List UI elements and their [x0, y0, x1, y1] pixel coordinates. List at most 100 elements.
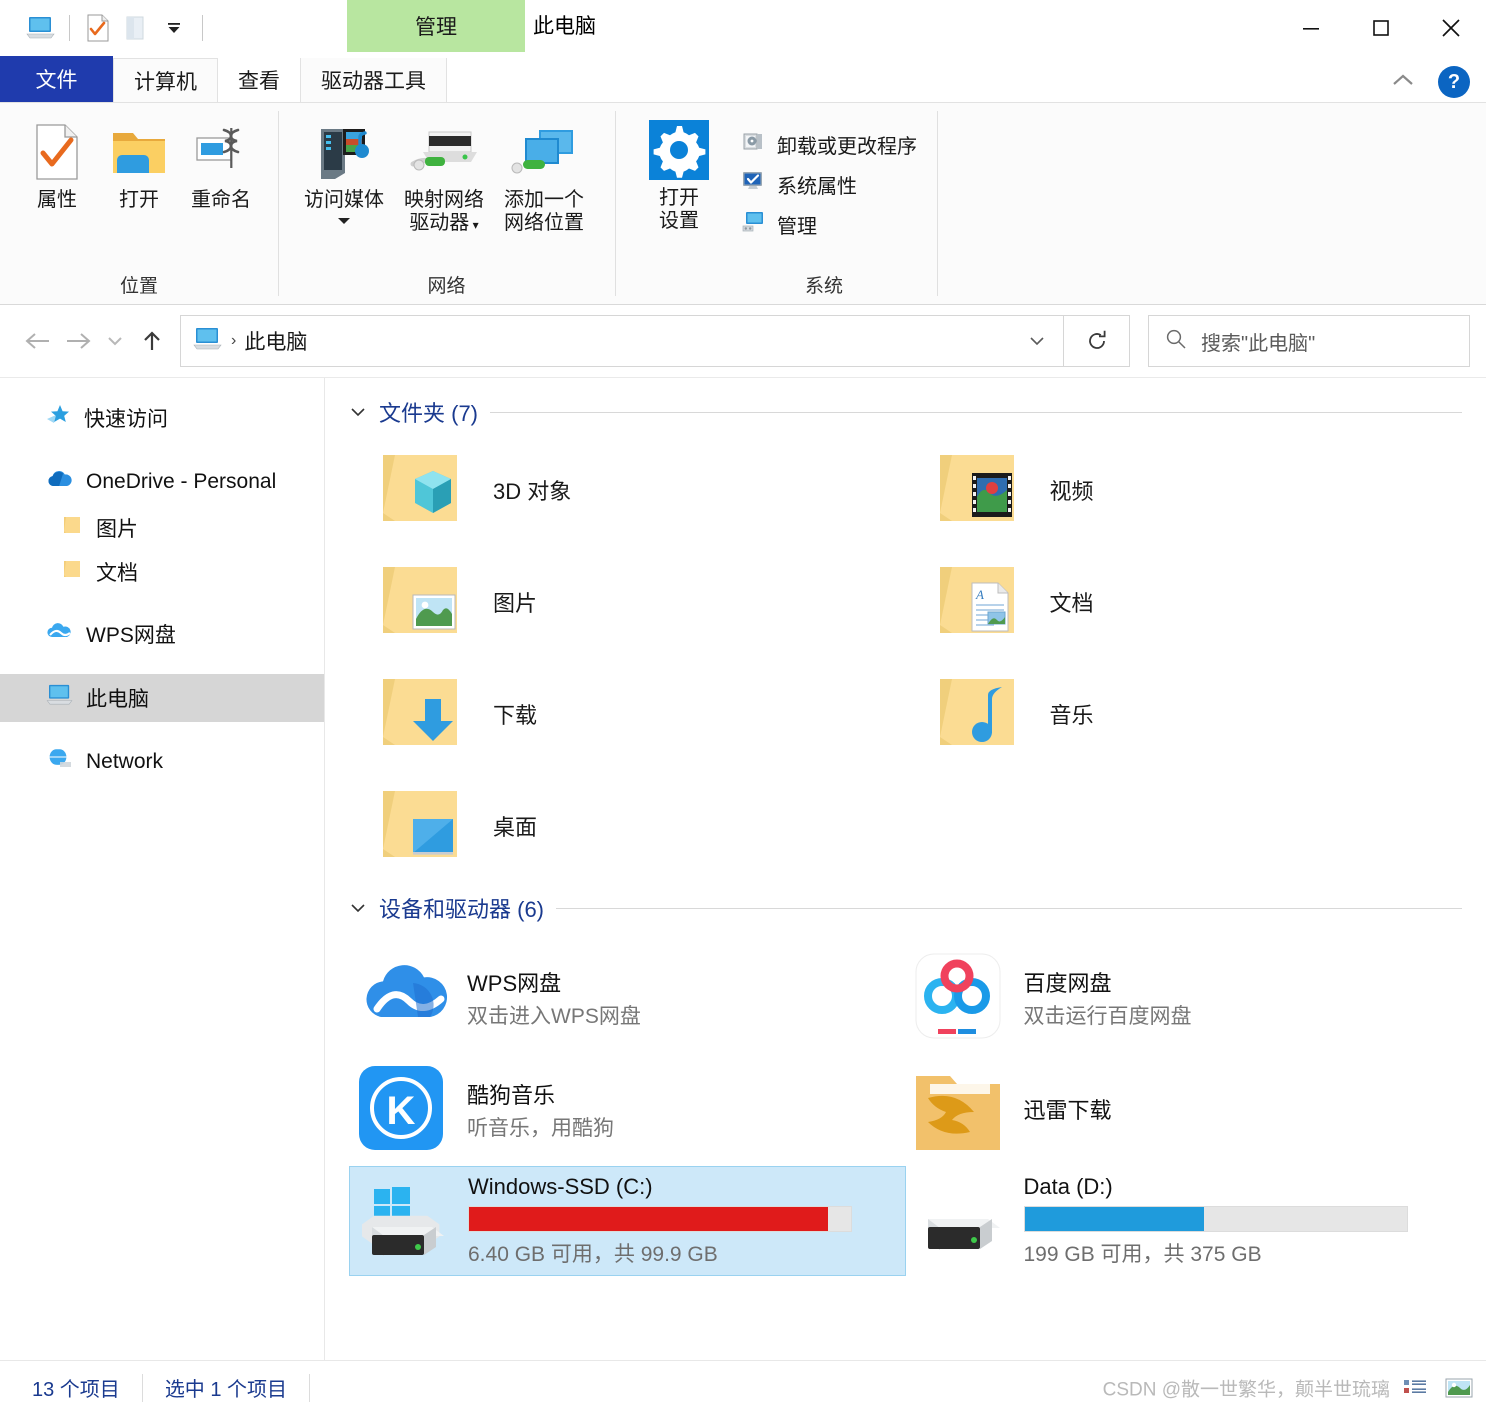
network-globe-icon	[45, 747, 74, 777]
breadcrumb[interactable]: › 此电脑	[180, 315, 1064, 367]
device-text-block: 迅雷下载	[1024, 1093, 1112, 1127]
close-button[interactable]	[1416, 0, 1486, 56]
properties-check-icon[interactable]	[79, 11, 117, 45]
breadcrumb-separator[interactable]: ›	[231, 332, 236, 350]
rename-button[interactable]: 重命名	[180, 113, 262, 212]
refresh-button[interactable]	[1064, 315, 1130, 367]
search-input[interactable]: 搜索"此电脑"	[1148, 315, 1470, 367]
up-button[interactable]	[132, 318, 172, 364]
sidebar-item-network[interactable]: Network	[0, 738, 324, 786]
folder-item-music[interactable]: 音乐	[906, 658, 1463, 770]
search-icon	[1165, 328, 1187, 355]
folder-downloads-icon	[375, 669, 471, 760]
collapse-ribbon-button[interactable]	[1388, 71, 1418, 94]
svg-text:K: K	[387, 1089, 416, 1133]
device-item-thunder-download[interactable]: 迅雷下载	[906, 1054, 1463, 1166]
devices-section-header[interactable]: 设备和驱动器 (6)	[349, 892, 1462, 924]
add-network-location-button[interactable]: 添加一个 网络位置	[494, 113, 594, 235]
open-button[interactable]: 打开	[98, 113, 180, 212]
chevron-down-icon[interactable]	[349, 404, 367, 421]
sidebar-item-label: WPS网盘	[86, 624, 176, 647]
watermark-text: CSDN @散一世繁华，颠半世琉璃	[1102, 1379, 1390, 1400]
folders-grid-filler	[906, 770, 1463, 882]
manage-item[interactable]: 管理	[741, 209, 917, 239]
this-pc-icon[interactable]	[22, 11, 60, 45]
sidebar-item-onedrive-pictures[interactable]: 图片	[0, 506, 324, 550]
device-item-kugou-music[interactable]: K 酷狗音乐 听音乐，用酷狗	[349, 1054, 906, 1166]
customize-dropdown-icon[interactable]	[155, 11, 193, 45]
open-folder-icon[interactable]	[117, 11, 155, 45]
open-button-label: 打开	[119, 189, 159, 211]
folder-item-3d-objects[interactable]: 3D 对象	[349, 434, 906, 546]
chevron-down-icon[interactable]	[336, 212, 352, 230]
drive-info-block: Windows-SSD (C:) 6.40 GB 可用，共 99.9 GB	[468, 1174, 852, 1268]
drive-item-data[interactable]: Data (D:) 199 GB 可用，共 375 GB	[906, 1166, 1463, 1276]
ribbon-toggle-area: ?	[1388, 66, 1470, 98]
device-text-block: 百度网盘 双击运行百度网盘	[1024, 966, 1192, 1030]
folder-item-pictures[interactable]: 图片	[349, 546, 906, 658]
toolbar-divider-2	[202, 15, 203, 41]
drive-usage-fill	[1024, 1207, 1205, 1231]
access-media-button[interactable]: 访问媒体	[294, 113, 394, 230]
sidebar-item-onedrive[interactable]: OneDrive - Personal	[0, 458, 324, 506]
chevron-down-icon[interactable]	[349, 900, 367, 917]
ribbon-group-location-label: 位置	[119, 276, 158, 297]
folders-section-header[interactable]: 文件夹 (7)	[349, 396, 1462, 428]
sidebar-item-this-pc[interactable]: 此电脑	[0, 674, 324, 722]
network-drive-icon	[409, 119, 479, 185]
map-network-drive-button[interactable]: 映射网络 驱动器 ▾	[394, 113, 494, 235]
drive-title: Data (D:)	[1023, 1174, 1113, 1199]
forward-button[interactable]	[58, 318, 98, 364]
device-subtitle: 双击运行百度网盘	[1023, 1005, 1192, 1028]
minimize-button[interactable]	[1276, 0, 1346, 56]
wps-cloud-icon	[46, 621, 74, 647]
back-button[interactable]	[18, 318, 58, 364]
sidebar-item-onedrive-documents[interactable]: 文档	[0, 550, 324, 594]
add-net-label-line2: 网络位置	[504, 212, 584, 235]
folder-desktop-icon	[375, 781, 471, 872]
device-text-block: WPS网盘 双击进入WPS网盘	[467, 966, 641, 1030]
open-settings-line1: 打开	[659, 187, 699, 209]
devices-grid: WPS网盘 双击进入WPS网盘 百度网盘 双击运行百度网盘 K 酷狗音乐 听音乐…	[349, 942, 1462, 1276]
tab-file[interactable]: 文件	[0, 56, 113, 102]
drive-usage-bar	[1023, 1206, 1408, 1232]
folder-item-downloads[interactable]: 下载	[349, 658, 906, 770]
folder-item-documents[interactable]: A 文档	[906, 546, 1463, 658]
view-mode-buttons	[1398, 1373, 1476, 1403]
this-pc-icon	[46, 684, 74, 712]
chevron-down-icon[interactable]	[1011, 335, 1063, 347]
ribbon-group-location: 属性 打开 重命名 位置	[0, 103, 278, 304]
device-item-wps-cloud[interactable]: WPS网盘 双击进入WPS网盘	[349, 942, 906, 1054]
tab-drive-tools[interactable]: 驱动器工具	[300, 58, 447, 102]
tab-computer[interactable]: 计算机	[113, 58, 218, 102]
sidebar-item-wps-cloud[interactable]: WPS网盘	[0, 610, 324, 658]
sidebar-item-quick-access[interactable]: 快速访问	[0, 394, 324, 442]
maximize-button[interactable]	[1346, 0, 1416, 56]
device-title: 百度网盘	[1023, 971, 1112, 996]
recent-locations-button[interactable]	[98, 318, 132, 364]
system-properties-item[interactable]: 系统属性	[741, 169, 917, 199]
drive-item-windows-ssd[interactable]: Windows-SSD (C:) 6.40 GB 可用，共 99.9 GB	[349, 1166, 906, 1276]
sidebar-item-label: Network	[86, 750, 164, 773]
device-item-baidu-netdisk[interactable]: 百度网盘 双击运行百度网盘	[906, 942, 1463, 1054]
properties-button[interactable]: 属性	[16, 113, 98, 212]
large-icons-view-button[interactable]	[1442, 1373, 1476, 1403]
media-server-icon	[313, 119, 375, 185]
help-button[interactable]: ?	[1438, 66, 1470, 98]
uninstall-change-program-item[interactable]: 卸载或更改程序	[741, 129, 917, 159]
ribbon: 属性 打开 重命名 位置 访问媒体 映射网络 驱动器 ▾ 添加一个 网络位置 网…	[0, 102, 1486, 305]
folder-name: 视频	[1049, 479, 1094, 504]
tab-view[interactable]: 查看	[218, 58, 300, 102]
gear-icon	[647, 117, 711, 183]
this-pc-icon	[193, 327, 223, 356]
folder-item-videos[interactable]: 视频	[906, 434, 1463, 546]
folder-name: 桌面	[493, 815, 538, 840]
folder-music-icon	[932, 669, 1028, 760]
folder-documents-icon: A	[932, 557, 1028, 648]
details-view-button[interactable]	[1398, 1373, 1432, 1403]
rename-cursor-icon	[191, 119, 251, 185]
open-settings-button[interactable]: 打开 设置	[631, 113, 727, 233]
uninstall-change-program-label: 卸载或更改程序	[777, 135, 917, 158]
folder-item-desktop[interactable]: 桌面	[349, 770, 906, 882]
breadcrumb-this-pc[interactable]: 此电脑	[244, 326, 307, 356]
